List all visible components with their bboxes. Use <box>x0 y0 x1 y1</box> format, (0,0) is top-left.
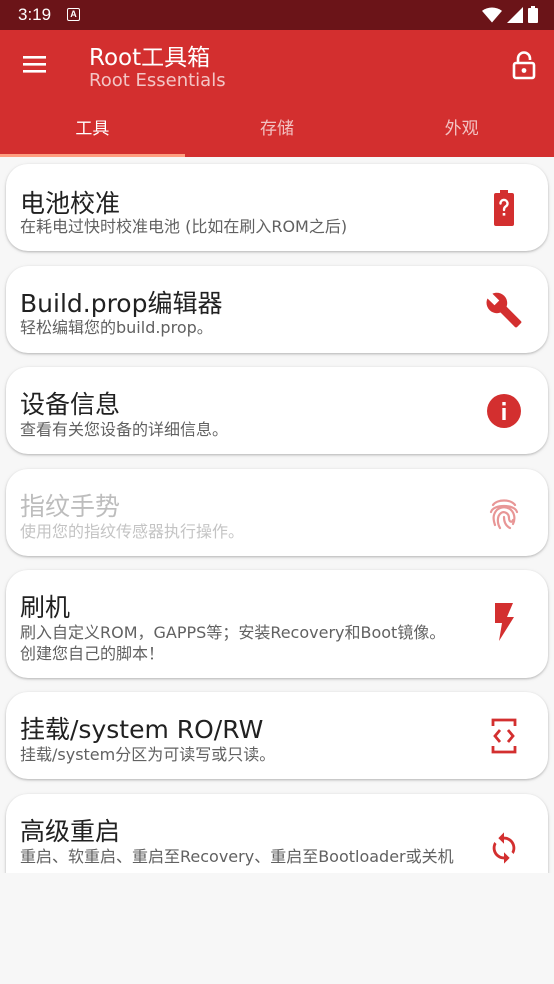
card-battery-calibration[interactable]: 电池校准 在耗电过快时校准电池 (比如在刷入ROM之后) <box>6 164 548 251</box>
card-description: 轻松编辑您的build.prop。 <box>20 318 213 337</box>
code-mount-icon <box>482 714 526 758</box>
status-time: 3:19 <box>18 5 52 24</box>
tab-appearance[interactable]: 外观 <box>369 111 554 157</box>
card-description: 使用您的指纹传感器执行操作。 <box>20 522 245 541</box>
card-title: Build.prop编辑器 <box>20 289 223 318</box>
card-title: 设备信息 <box>20 390 121 419</box>
card-title: 刷机 <box>20 593 71 622</box>
card-description: 在耗电过快时校准电池 (比如在刷入ROM之后) <box>20 217 348 236</box>
tools-list[interactable]: 电池校准 在耗电过快时校准电池 (比如在刷入ROM之后) Build.prop编… <box>0 157 554 873</box>
card-title: 挂载/system RO/RW <box>20 715 264 744</box>
card-mount-system[interactable]: 挂载/system RO/RW 挂载/system分区为可读写或只读。 <box>6 692 548 779</box>
card-device-info[interactable]: 设备信息 查看有关您设备的详细信息。 <box>6 367 548 454</box>
status-bar: 3:19 A <box>0 0 554 30</box>
flash-icon <box>482 600 526 644</box>
wifi-icon <box>482 7 502 22</box>
card-advanced-reboot[interactable]: 高级重启 重启、软重启、重启至Recovery、重启至Bootloader或关机 <box>6 794 548 873</box>
card-title: 指纹手势 <box>20 492 121 521</box>
notification-icon: A <box>67 8 80 21</box>
fingerprint-icon <box>482 491 526 535</box>
app-title: Root工具箱 <box>89 45 211 71</box>
card-build-prop-editor[interactable]: Build.prop编辑器 轻松编辑您的build.prop。 <box>6 266 548 353</box>
card-title: 高级重启 <box>20 817 121 846</box>
hamburger-menu-icon <box>23 56 46 73</box>
app-subtitle: Root Essentials <box>89 70 226 91</box>
lock-open-icon <box>512 51 536 80</box>
card-description: 挂载/system分区为可读写或只读。 <box>20 745 276 764</box>
tab-storage[interactable]: 存储 <box>185 111 370 157</box>
menu-button[interactable] <box>18 50 52 78</box>
lock-button[interactable] <box>510 50 538 80</box>
status-icons <box>482 6 538 23</box>
info-icon <box>482 389 526 433</box>
app-bar: Root工具箱 Root Essentials 工具 存储 外观 <box>0 30 554 157</box>
battery-question-icon <box>482 186 526 230</box>
card-description: 查看有关您设备的详细信息。 <box>20 420 229 439</box>
sync-icon <box>482 826 526 870</box>
signal-icon <box>507 6 523 23</box>
card-flash[interactable]: 刷机 刷入自定义ROM，GAPPS等；安装Recovery和Boot镜像。创建您… <box>6 570 548 678</box>
wrench-icon <box>482 288 526 332</box>
card-description: 重启、软重启、重启至Recovery、重启至Bootloader或关机 <box>20 847 454 866</box>
battery-icon <box>528 6 538 23</box>
card-fingerprint-gestures[interactable]: 指纹手势 使用您的指纹传感器执行操作。 <box>6 469 548 556</box>
card-description: 刷入自定义ROM，GAPPS等；安装Recovery和Boot镜像。创建您自己的… <box>20 623 446 663</box>
tab-bar: 工具 存储 外观 <box>0 111 554 157</box>
card-title: 电池校准 <box>20 189 121 218</box>
tab-tools[interactable]: 工具 <box>0 111 185 157</box>
